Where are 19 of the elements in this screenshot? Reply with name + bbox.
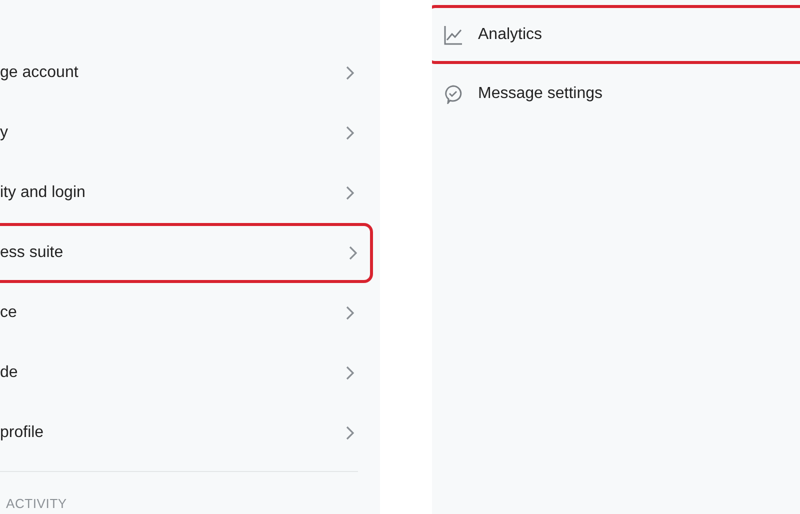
line-chart-icon: [443, 24, 463, 44]
chevron-right-icon: [345, 365, 355, 381]
chevron-right-icon: [345, 125, 355, 141]
chevron-right-icon: [348, 245, 358, 261]
menu-item[interactable]: ce: [0, 283, 358, 343]
chevron-right-icon: [345, 65, 355, 81]
menu-item[interactable]: ess suite: [0, 223, 373, 283]
chevron-right-icon: [345, 185, 355, 201]
chevron-right-icon: [345, 425, 355, 441]
menu-item[interactable]: de: [0, 343, 358, 403]
menu-item[interactable]: ge account: [0, 43, 358, 103]
section-header: ACTIVITY: [5, 496, 68, 511]
chat-bubble-icon: [443, 84, 463, 104]
menu-item[interactable]: profile: [0, 403, 358, 463]
menu-item[interactable]: ity and login: [0, 163, 358, 223]
menu-item[interactable]: y: [0, 103, 358, 163]
menu-item[interactable]: Analytics: [432, 5, 800, 64]
menu-item[interactable]: Message settings: [432, 64, 800, 124]
chevron-right-icon: [345, 305, 355, 321]
